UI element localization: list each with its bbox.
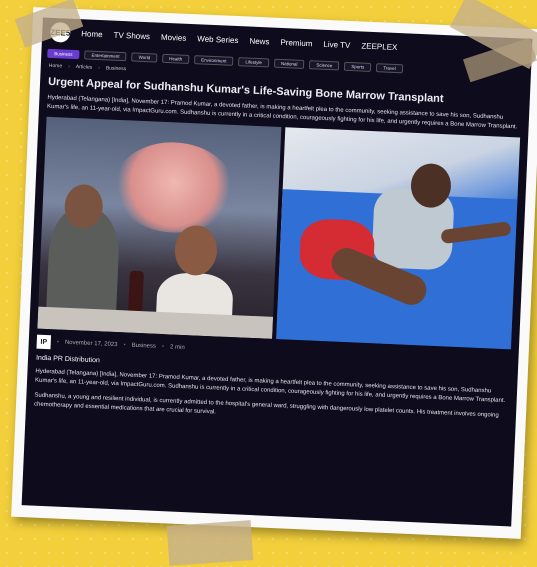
- breadcrumb-separator: ›: [68, 63, 70, 70]
- article-screenshot: ZEE5 Home TV Shows Movies Web Series New…: [21, 17, 533, 527]
- category-travel[interactable]: Travel: [376, 62, 403, 73]
- meta-separator: •: [123, 342, 126, 349]
- publisher-badge-icon: IP: [36, 334, 52, 350]
- category-health[interactable]: Health: [162, 53, 190, 64]
- nav-link-live-tv[interactable]: Live TV: [323, 39, 350, 49]
- category-entertainment[interactable]: Entertainment: [84, 49, 127, 61]
- nav-link-news[interactable]: News: [249, 36, 269, 46]
- hospital-photo: [276, 127, 521, 350]
- read-time: 2 min: [169, 344, 185, 352]
- family-photo: [37, 116, 282, 340]
- category-business[interactable]: Business: [47, 48, 80, 59]
- publish-date: November 17, 2023: [64, 340, 118, 349]
- breadcrumb-business[interactable]: Business: [106, 65, 127, 72]
- category-world[interactable]: World: [131, 51, 158, 63]
- tape-bottom: [166, 520, 254, 566]
- breadcrumb-home[interactable]: Home: [49, 63, 63, 70]
- table-edge: [37, 306, 274, 340]
- meta-separator: •: [161, 344, 165, 351]
- nav-link-web-series[interactable]: Web Series: [197, 34, 239, 45]
- category-environment[interactable]: Environment: [194, 54, 234, 66]
- category-science[interactable]: Science: [309, 59, 340, 71]
- nav-link-zeeplex[interactable]: ZEEPLEX: [361, 41, 397, 52]
- nav-link-movies[interactable]: Movies: [161, 32, 187, 42]
- category-national[interactable]: National: [273, 58, 305, 69]
- category-lifestyle[interactable]: Lifestyle: [238, 56, 270, 67]
- category-sports[interactable]: Sports: [344, 61, 372, 72]
- nav-link-home[interactable]: Home: [81, 29, 103, 39]
- article-images: [37, 116, 521, 350]
- breadcrumb-articles[interactable]: Articles: [76, 64, 93, 71]
- printout-card: ZEE5 Home TV Shows Movies Web Series New…: [11, 7, 537, 539]
- nav-link-tv-shows[interactable]: TV Shows: [113, 30, 150, 41]
- son-head: [173, 224, 218, 277]
- blossom-tree: [111, 140, 236, 236]
- meta-category[interactable]: Business: [131, 343, 156, 350]
- breadcrumb-separator: ›: [98, 65, 100, 72]
- meta-separator: •: [56, 339, 59, 346]
- nav-link-premium[interactable]: Premium: [280, 37, 312, 47]
